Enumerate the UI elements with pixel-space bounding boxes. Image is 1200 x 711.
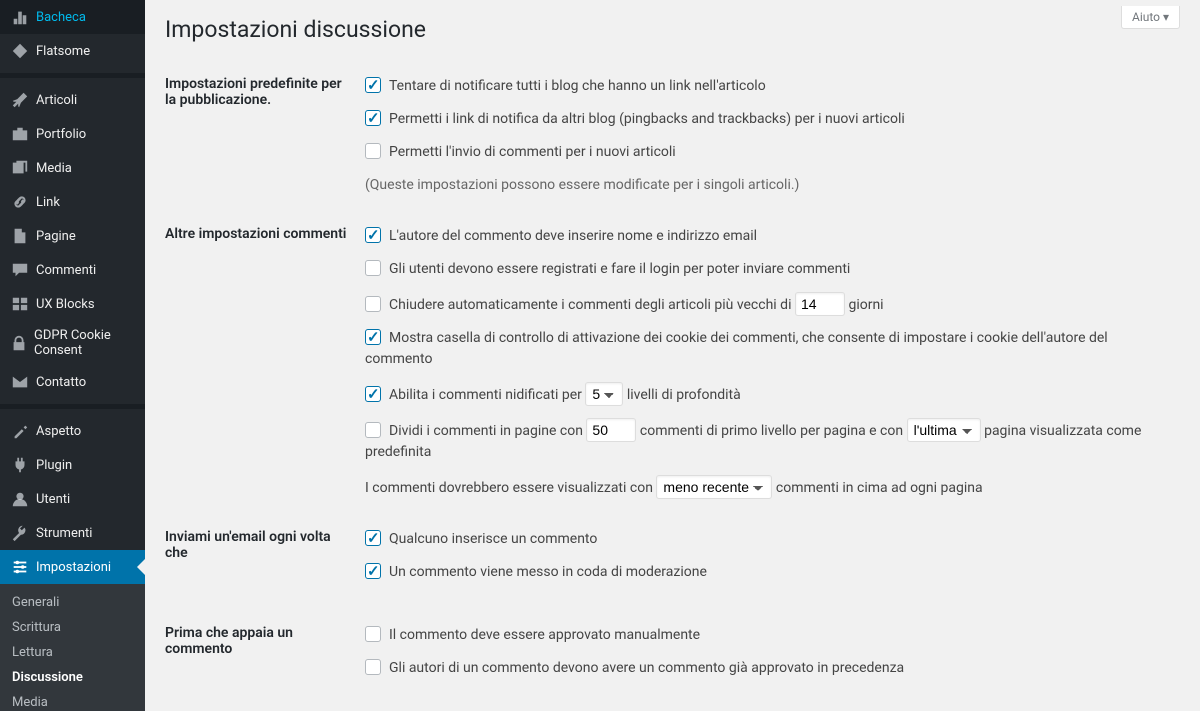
- media-icon: [10, 158, 30, 178]
- help-button[interactable]: Aiuto ▾: [1121, 6, 1180, 29]
- pages-icon: [10, 226, 30, 246]
- sidebar-item-articoli[interactable]: Articoli: [0, 83, 145, 117]
- admin-sidebar: Bacheca Flatsome Articoli Portfolio Media Lin…: [0, 0, 145, 711]
- sidebar-item-label: Articoli: [36, 93, 77, 108]
- sidebar-item-portfolio[interactable]: Portfolio: [0, 117, 145, 151]
- sidebar-item-label: Strumenti: [36, 526, 92, 541]
- opt-require-name-email[interactable]: L'autore del commento deve inserire nome…: [365, 226, 1170, 247]
- opt-email-new[interactable]: Qualcuno inserisce un commento: [365, 529, 1170, 550]
- submenu-item-discussione[interactable]: Discussione: [0, 665, 145, 690]
- sidebar-item-utenti[interactable]: Utenti: [0, 482, 145, 516]
- page-title: Impostazioni discussione: [165, 16, 1180, 43]
- portfolio-icon: [10, 124, 30, 144]
- select-thread-depth[interactable]: 5: [585, 382, 623, 406]
- sidebar-item-label: Pagine: [36, 229, 76, 244]
- opt-cookies[interactable]: Mostra casella di controllo di attivazio…: [365, 328, 1170, 370]
- section-before-heading: Prima che appaia un commento: [165, 610, 365, 706]
- lock-icon: [10, 333, 28, 353]
- settings-icon: [10, 557, 30, 577]
- chk-prev-approved[interactable]: [365, 659, 381, 675]
- section-moderation-heading: Moderazione commenti: [165, 706, 365, 711]
- appearance-icon: [10, 421, 30, 441]
- opt-threaded[interactable]: Abilita i commenti nidificati per 5 live…: [365, 382, 1170, 406]
- chk-manual-approve[interactable]: [365, 626, 381, 642]
- sidebar-item-flatsome[interactable]: Flatsome: [0, 34, 145, 68]
- submenu-item-generali[interactable]: Generali: [0, 590, 145, 615]
- input-per-page[interactable]: [586, 418, 636, 442]
- sidebar-item-label: Flatsome: [36, 44, 90, 59]
- tools-icon: [10, 523, 30, 543]
- submenu-item-scrittura[interactable]: Scrittura: [0, 615, 145, 640]
- link-icon: [10, 192, 30, 212]
- sidebar-item-plugin[interactable]: Plugin: [0, 448, 145, 482]
- sidebar-item-gdpr-cookie-consent[interactable]: GDPR Cookie Consent: [0, 321, 145, 365]
- sidebar-item-link[interactable]: Link: [0, 185, 145, 219]
- sidebar-item-label: Media: [36, 161, 72, 176]
- opt-allow-comments[interactable]: Permetti l'invio di commenti per i nuovi…: [365, 142, 1170, 163]
- opt-prev-approved[interactable]: Gli autori di un commento devono avere u…: [365, 658, 1170, 679]
- submenu-item-lettura[interactable]: Lettura: [0, 640, 145, 665]
- sidebar-item-label: UX Blocks: [36, 297, 95, 312]
- mail-icon: [10, 372, 30, 392]
- opt-order: I commenti dovrebbero essere visualizzat…: [365, 480, 983, 496]
- sidebar-item-label: Bacheca: [36, 10, 86, 25]
- chk-require-login[interactable]: [365, 260, 381, 276]
- chk-notify-blogs[interactable]: [365, 77, 381, 93]
- blocks-icon: [10, 294, 30, 314]
- sidebar-item-label: Aspetto: [36, 424, 81, 439]
- users-icon: [10, 489, 30, 509]
- sidebar-item-media[interactable]: Media: [0, 151, 145, 185]
- opt-email-moderation[interactable]: Un commento viene messo in coda di moder…: [365, 562, 1170, 583]
- select-comment-order[interactable]: meno recente: [656, 475, 772, 499]
- sidebar-item-label: Contatto: [36, 375, 86, 390]
- chk-threaded[interactable]: [365, 386, 381, 402]
- sidebar-item-label: Link: [36, 195, 60, 210]
- chk-email-new[interactable]: [365, 530, 381, 546]
- sidebar-item-label: Utenti: [36, 492, 70, 507]
- flatsome-icon: [10, 41, 30, 61]
- opt-manual-approve[interactable]: Il commento deve essere approvato manual…: [365, 625, 1170, 646]
- chk-allow-pingbacks[interactable]: [365, 110, 381, 126]
- sidebar-item-strumenti[interactable]: Strumenti: [0, 516, 145, 550]
- chk-allow-comments[interactable]: [365, 143, 381, 159]
- submenu-item-media[interactable]: Media: [0, 690, 145, 711]
- sidebar-item-commenti[interactable]: Commenti: [0, 253, 145, 287]
- default-note: (Queste impostazioni possono essere modi…: [365, 175, 1170, 196]
- sidebar-item-contatto[interactable]: Contatto: [0, 365, 145, 399]
- pin-icon: [10, 90, 30, 110]
- chk-cookies[interactable]: [365, 329, 381, 345]
- sidebar-item-aspetto[interactable]: Aspetto: [0, 414, 145, 448]
- sidebar-item-label: Plugin: [36, 458, 72, 473]
- opt-notify-blogs[interactable]: Tentare di notificare tutti i blog che h…: [365, 76, 1170, 97]
- input-close-days[interactable]: [795, 292, 845, 316]
- dashboard-icon: [10, 7, 30, 27]
- main-content: Aiuto ▾ Impostazioni discussione Imposta…: [145, 0, 1200, 711]
- chk-email-moderation[interactable]: [365, 563, 381, 579]
- chk-paginate[interactable]: [365, 422, 381, 438]
- sidebar-item-ux-blocks[interactable]: UX Blocks: [0, 287, 145, 321]
- sidebar-item-label: Impostazioni: [36, 560, 111, 575]
- select-default-page[interactable]: l'ultima: [907, 418, 981, 442]
- opt-paginate[interactable]: Dividi i commenti in pagine con commenti…: [365, 418, 1170, 463]
- sidebar-item-label: Commenti: [36, 263, 96, 278]
- settings-form: Impostazioni predefinite per la pubblica…: [165, 61, 1180, 711]
- sidebar-item-label: Portfolio: [36, 127, 86, 142]
- section-email-heading: Inviami un'email ogni volta che: [165, 514, 365, 610]
- chk-close-old[interactable]: [365, 296, 381, 312]
- opt-allow-pingbacks[interactable]: Permetti i link di notifica da altri blo…: [365, 109, 1170, 130]
- sidebar-item-pagine[interactable]: Pagine: [0, 219, 145, 253]
- section-other-heading: Altre impostazioni commenti: [165, 211, 365, 514]
- opt-close-old[interactable]: Chiudere automaticamente i commenti degl…: [365, 292, 1170, 316]
- plugin-icon: [10, 455, 30, 475]
- opt-require-login[interactable]: Gli utenti devono essere registrati e fa…: [365, 259, 1170, 280]
- settings-submenu: GeneraliScritturaLetturaDiscussioneMedia…: [0, 584, 145, 711]
- sidebar-item-label: GDPR Cookie Consent: [34, 328, 137, 358]
- sidebar-item-impostazioni[interactable]: Impostazioni: [0, 550, 145, 584]
- chk-require-name-email[interactable]: [365, 227, 381, 243]
- section-default-heading: Impostazioni predefinite per la pubblica…: [165, 61, 365, 211]
- comments-icon: [10, 260, 30, 280]
- sidebar-item-bacheca[interactable]: Bacheca: [0, 0, 145, 34]
